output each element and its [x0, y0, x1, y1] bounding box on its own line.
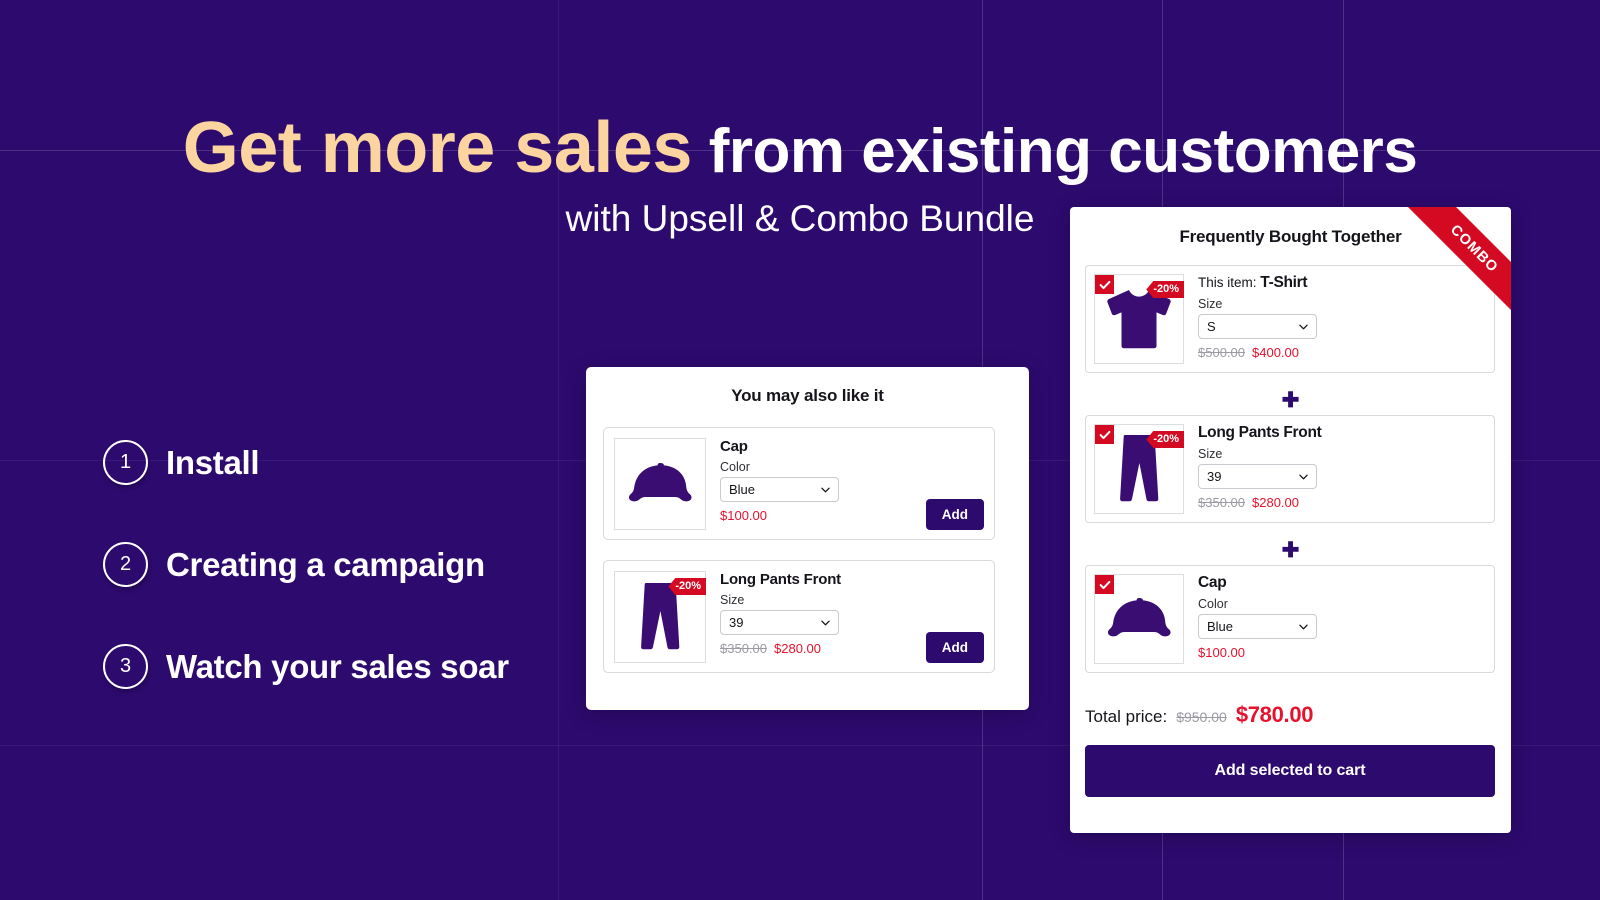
chevron-down-icon: [1299, 474, 1308, 479]
color-select[interactable]: Blue: [720, 477, 839, 502]
headline-rest: from existing customers: [691, 117, 1418, 186]
total-price-row: Total price: $950.00 $780.00: [1085, 702, 1314, 728]
step-number: 3: [103, 644, 148, 689]
chevron-down-icon: [1299, 324, 1308, 329]
option-label: Color: [720, 460, 750, 474]
headline-accent: Get more sales: [182, 108, 693, 188]
upsell-item-cap[interactable]: Cap Color Blue $100.00 Add: [603, 427, 995, 540]
step-label: Install: [166, 443, 260, 481]
product-name-row: Long Pants Front: [1198, 424, 1486, 442]
price-current: $280.00: [774, 641, 821, 656]
option-label: Size: [1198, 447, 1223, 461]
check-icon: [1099, 580, 1110, 589]
plus-separator-icon: ✚: [1281, 389, 1300, 412]
product-name: T-Shirt: [1260, 274, 1308, 291]
price-current: $100.00: [720, 508, 767, 523]
product-name-row: Cap: [1198, 574, 1486, 592]
price-row: $350.00 $280.00: [1198, 495, 1486, 510]
color-select-value: Blue: [1207, 619, 1234, 634]
step-item: 2 Creating a campaign: [103, 542, 509, 587]
product-thumbnail: -20%: [614, 571, 706, 663]
color-select[interactable]: Blue: [1198, 614, 1317, 639]
product-thumbnail: [1094, 574, 1184, 664]
size-select-value: S: [1207, 319, 1216, 334]
price-original: $350.00: [720, 641, 767, 656]
steps-list: 1 Install 2 Creating a campaign 3 Watch …: [103, 440, 509, 746]
cap-icon: [628, 463, 692, 502]
bundle-item-details: This item: T-Shirt Size S $500.00 $400.0…: [1198, 274, 1486, 360]
discount-badge: -20%: [1146, 431, 1184, 448]
bundle-card-title: Frequently Bought Together: [1179, 227, 1402, 246]
price-original: $500.00: [1198, 345, 1245, 360]
product-thumbnail: -20%: [1094, 274, 1184, 364]
frequently-bought-together-card: COMBO Frequently Bought Together -20% Th…: [1070, 207, 1511, 833]
discount-badge: -20%: [1146, 281, 1184, 298]
total-price-current: $780.00: [1235, 702, 1314, 727]
step-item: 1 Install: [103, 440, 509, 485]
price-current: $280.00: [1252, 495, 1299, 510]
step-label: Creating a campaign: [166, 545, 485, 583]
product-thumbnail: -20%: [1094, 424, 1184, 514]
option-label: Size: [720, 593, 745, 607]
page-title: Get more sales from existing customers: [0, 112, 1600, 184]
check-icon: [1099, 280, 1110, 289]
add-to-cart-button[interactable]: Add: [925, 632, 984, 663]
check-icon: [1099, 430, 1110, 439]
bundle-item-cap[interactable]: Cap Color Blue $100.00: [1085, 565, 1495, 673]
add-selected-to-cart-button[interactable]: Add selected to cart: [1085, 745, 1495, 797]
product-thumbnail: [614, 438, 706, 530]
bundle-item-details: Long Pants Front Size 39 $350.00 $280.00: [1198, 424, 1486, 510]
discount-badge: -20%: [668, 578, 706, 595]
option-label: Color: [1198, 597, 1228, 611]
total-price-label: Total price:: [1085, 707, 1168, 726]
add-to-cart-button[interactable]: Add: [925, 499, 984, 530]
step-label: Watch your sales soar: [166, 647, 509, 685]
total-price-original: $950.00: [1176, 709, 1227, 725]
color-select-value: Blue: [729, 482, 756, 497]
product-name: Cap: [720, 438, 748, 455]
promo-banner: Get more sales from existing customers w…: [0, 0, 1600, 900]
bundle-item-long-pants-front[interactable]: -20% Long Pants Front Size 39 $350.00 $2…: [1085, 415, 1495, 523]
upsell-card-title: You may also like it: [731, 386, 884, 405]
this-item-prefix: This item:: [1198, 275, 1261, 290]
size-select-value: 39: [729, 615, 744, 630]
bundle-item-tshirt[interactable]: -20% This item: T-Shirt Size S $500.00 $…: [1085, 265, 1495, 373]
step-number: 1: [103, 440, 148, 485]
cap-icon: [1107, 598, 1171, 637]
option-label: Size: [1198, 297, 1223, 311]
price-original: $350.00: [1198, 495, 1245, 510]
plus-separator-icon: ✚: [1281, 539, 1300, 562]
bundle-item-details: Cap Color Blue $100.00: [1198, 574, 1486, 660]
product-name: Long Pants Front: [720, 571, 841, 588]
product-name-row: This item: T-Shirt: [1198, 274, 1486, 292]
price-row: $500.00 $400.00: [1198, 345, 1486, 360]
price-current: $400.00: [1252, 345, 1299, 360]
price-row: $100.00: [1198, 645, 1486, 660]
chevron-down-icon: [821, 487, 830, 492]
step-item: 3 Watch your sales soar: [103, 644, 509, 689]
upsell-item-long-pants-front[interactable]: -20% Long Pants Front Size 39 $350.00 $2…: [603, 560, 995, 673]
price-current: $100.00: [1198, 645, 1245, 660]
chevron-down-icon: [821, 620, 830, 625]
product-name: Long Pants Front: [1198, 424, 1322, 441]
upsell-card: You may also like it Cap Color Blue $100…: [586, 367, 1029, 710]
size-select[interactable]: S: [1198, 314, 1317, 339]
size-select[interactable]: 39: [720, 610, 839, 635]
bundle-item-checkbox[interactable]: [1095, 425, 1114, 444]
size-select-value: 39: [1207, 469, 1222, 484]
step-number: 2: [103, 542, 148, 587]
bundle-item-checkbox[interactable]: [1095, 275, 1114, 294]
product-name: Cap: [1198, 574, 1227, 591]
size-select[interactable]: 39: [1198, 464, 1317, 489]
bundle-item-checkbox[interactable]: [1095, 575, 1114, 594]
chevron-down-icon: [1299, 624, 1308, 629]
